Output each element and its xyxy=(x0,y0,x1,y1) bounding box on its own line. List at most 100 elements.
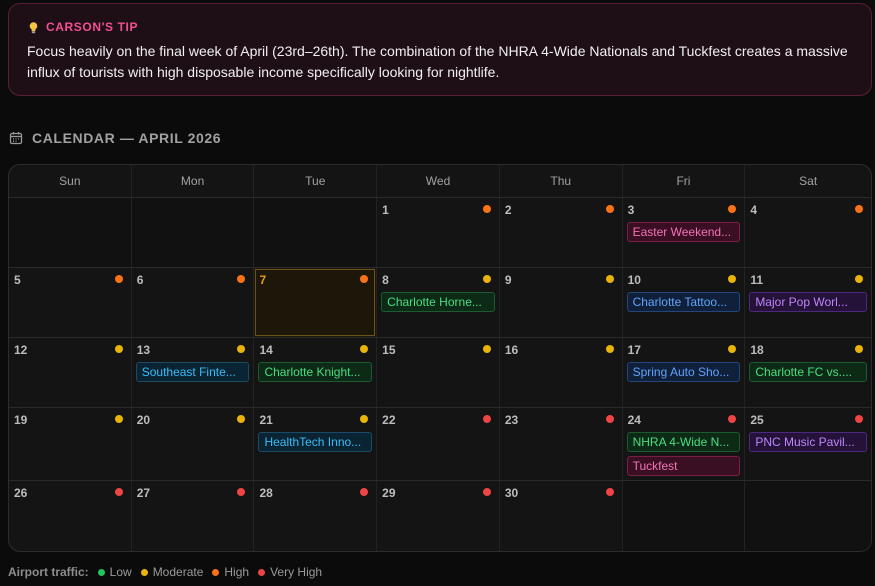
day-number: 23 xyxy=(504,413,519,427)
calendar-day-cell[interactable]: 29 xyxy=(377,481,500,551)
traffic-indicator-dot xyxy=(482,345,491,353)
calendar-empty-cell xyxy=(622,481,746,551)
calendar-day-cell[interactable]: 22 xyxy=(377,408,500,480)
day-events: Charlotte Knight... xyxy=(258,362,373,382)
day-events: Charlotte Tattoo... xyxy=(626,292,741,312)
day-of-week-label: Thu xyxy=(500,165,623,197)
legend-dot xyxy=(258,568,266,576)
calendar-day-cell[interactable]: 15 xyxy=(377,338,500,407)
calendar-day-cell[interactable]: 17 Spring Auto Sho... xyxy=(623,338,746,407)
traffic-indicator-dot xyxy=(114,488,123,496)
tip-banner: CARSON'S TIP Focus heavily on the final … xyxy=(8,3,872,96)
day-number: 18 xyxy=(750,343,764,357)
calendar-day-cell[interactable]: 24 NHRA 4-Wide N... Tuckfest xyxy=(623,408,746,480)
calendar-day-cell[interactable]: 13 Southeast Finte... xyxy=(132,338,255,407)
calendar-week-row: 19 20 21 HealthTech Inno... 22 23 24 NHRA 4-Wid… xyxy=(9,408,871,481)
day-number: 30 xyxy=(504,486,519,500)
day-number: 2 xyxy=(504,203,512,217)
calendar-day-cell[interactable]: 8 Charlotte Horne... xyxy=(377,268,500,337)
traffic-indicator-dot xyxy=(114,415,123,423)
calendar-empty-cell xyxy=(745,481,871,551)
calendar-day-cell[interactable]: 30 xyxy=(500,481,623,551)
calendar-day-cell[interactable]: 21 HealthTech Inno... xyxy=(254,408,378,480)
traffic-legend: Airport traffic: Low Moderate High Very Hig… xyxy=(8,565,331,579)
calendar-day-cell[interactable]: 3 Easter Weekend... xyxy=(623,198,746,267)
event-chip[interactable]: Spring Auto Sho... xyxy=(626,362,741,382)
legend-label: Low xyxy=(109,565,132,579)
day-number: 3 xyxy=(627,203,635,217)
calendar-day-cell[interactable]: 14 Charlotte Knight... xyxy=(254,338,378,407)
calendar-day-cell[interactable]: 10 Charlotte Tattoo... xyxy=(623,268,746,337)
calendar-day-cell[interactable]: 18 Charlotte FC vs.... xyxy=(745,338,871,407)
calendar-day-cell[interactable]: 23 xyxy=(500,408,623,480)
day-number: 22 xyxy=(382,413,396,427)
day-number: 29 xyxy=(382,486,396,500)
day-events: Charlotte Horne... xyxy=(381,292,495,312)
legend-item-moderate: Moderate xyxy=(140,565,204,579)
event-chip[interactable]: Charlotte Knight... xyxy=(258,362,373,382)
tip-header: CARSON'S TIP xyxy=(27,20,853,34)
traffic-indicator-dot xyxy=(855,275,864,283)
day-events: HealthTech Inno... xyxy=(258,432,373,452)
calendar-day-cell[interactable]: 20 xyxy=(132,408,255,480)
day-number: 27 xyxy=(136,486,151,500)
calendar-title: CALENDAR — APRIL 2026 xyxy=(32,130,222,146)
day-number: 28 xyxy=(259,486,273,500)
legend-item-high: High xyxy=(212,565,249,579)
traffic-indicator-dot xyxy=(855,345,864,353)
day-number: 15 xyxy=(382,343,396,357)
traffic-indicator-dot xyxy=(482,205,491,213)
calendar-day-cell[interactable]: 25 PNC Music Pavil... xyxy=(745,408,871,480)
day-events: NHRA 4-Wide N... Tuckfest xyxy=(626,432,741,476)
day-number: 13 xyxy=(136,343,151,357)
calendar-day-cell[interactable]: 4 xyxy=(745,198,871,267)
calendar-day-cell[interactable]: 27 xyxy=(132,481,255,551)
calendar-empty-cell xyxy=(131,198,255,267)
traffic-indicator-dot xyxy=(482,488,491,496)
calendar-day-cell[interactable]: 19 xyxy=(9,408,132,480)
traffic-indicator-dot xyxy=(605,275,614,283)
day-number: 21 xyxy=(259,413,273,427)
event-chip[interactable]: Charlotte FC vs.... xyxy=(749,362,868,382)
day-of-week-label: Sun xyxy=(9,165,132,197)
calendar-day-cell[interactable]: 5 xyxy=(9,268,132,337)
calendar-empty-cell xyxy=(9,198,132,267)
calendar-day-cell-today[interactable]: 7 xyxy=(254,268,378,337)
day-events: Spring Auto Sho... xyxy=(626,362,741,382)
calendar-day-cell[interactable]: 11 Major Pop Worl... xyxy=(745,268,871,337)
day-number: 8 xyxy=(382,273,389,287)
event-chip[interactable]: Southeast Finte... xyxy=(135,362,250,382)
legend-dot xyxy=(140,568,148,576)
calendar-day-cell[interactable]: 9 xyxy=(500,268,623,337)
event-chip[interactable]: PNC Music Pavil... xyxy=(749,432,868,452)
calendar-day-cell[interactable]: 12 xyxy=(9,338,132,407)
legend-label: Moderate xyxy=(152,565,204,579)
event-chip[interactable]: NHRA 4-Wide N... xyxy=(626,432,741,452)
legend-label: High xyxy=(224,565,250,579)
traffic-indicator-dot xyxy=(114,275,123,283)
event-chip[interactable]: Major Pop Worl... xyxy=(749,292,868,312)
event-chip[interactable]: Charlotte Horne... xyxy=(381,292,495,312)
calendar-icon xyxy=(9,131,23,145)
calendar-day-cell[interactable]: 26 xyxy=(9,481,132,551)
day-number: 24 xyxy=(627,413,641,427)
event-chip[interactable]: HealthTech Inno... xyxy=(258,432,373,452)
calendar-day-cell[interactable]: 6 xyxy=(132,268,255,337)
traffic-indicator-dot xyxy=(482,415,491,423)
day-number: 5 xyxy=(14,273,21,287)
calendar-day-cell[interactable]: 16 xyxy=(500,338,623,407)
day-number: 7 xyxy=(259,273,267,287)
event-chip[interactable]: Tuckfest xyxy=(626,456,741,476)
event-chip[interactable]: Charlotte Tattoo... xyxy=(626,292,741,312)
day-events: Major Pop Worl... xyxy=(749,292,868,312)
calendar-day-cell[interactable]: 28 xyxy=(254,481,378,551)
traffic-indicator-dot xyxy=(855,205,864,213)
traffic-indicator-dot xyxy=(114,345,123,353)
day-of-week-label: Mon xyxy=(132,165,255,197)
calendar-day-cell[interactable]: 1 xyxy=(377,198,500,267)
traffic-indicator-dot xyxy=(605,488,614,496)
day-number: 14 xyxy=(259,343,273,357)
calendar-day-cell[interactable]: 2 xyxy=(500,198,623,267)
event-chip[interactable]: Easter Weekend... xyxy=(626,222,741,242)
legend-dot xyxy=(97,568,105,576)
